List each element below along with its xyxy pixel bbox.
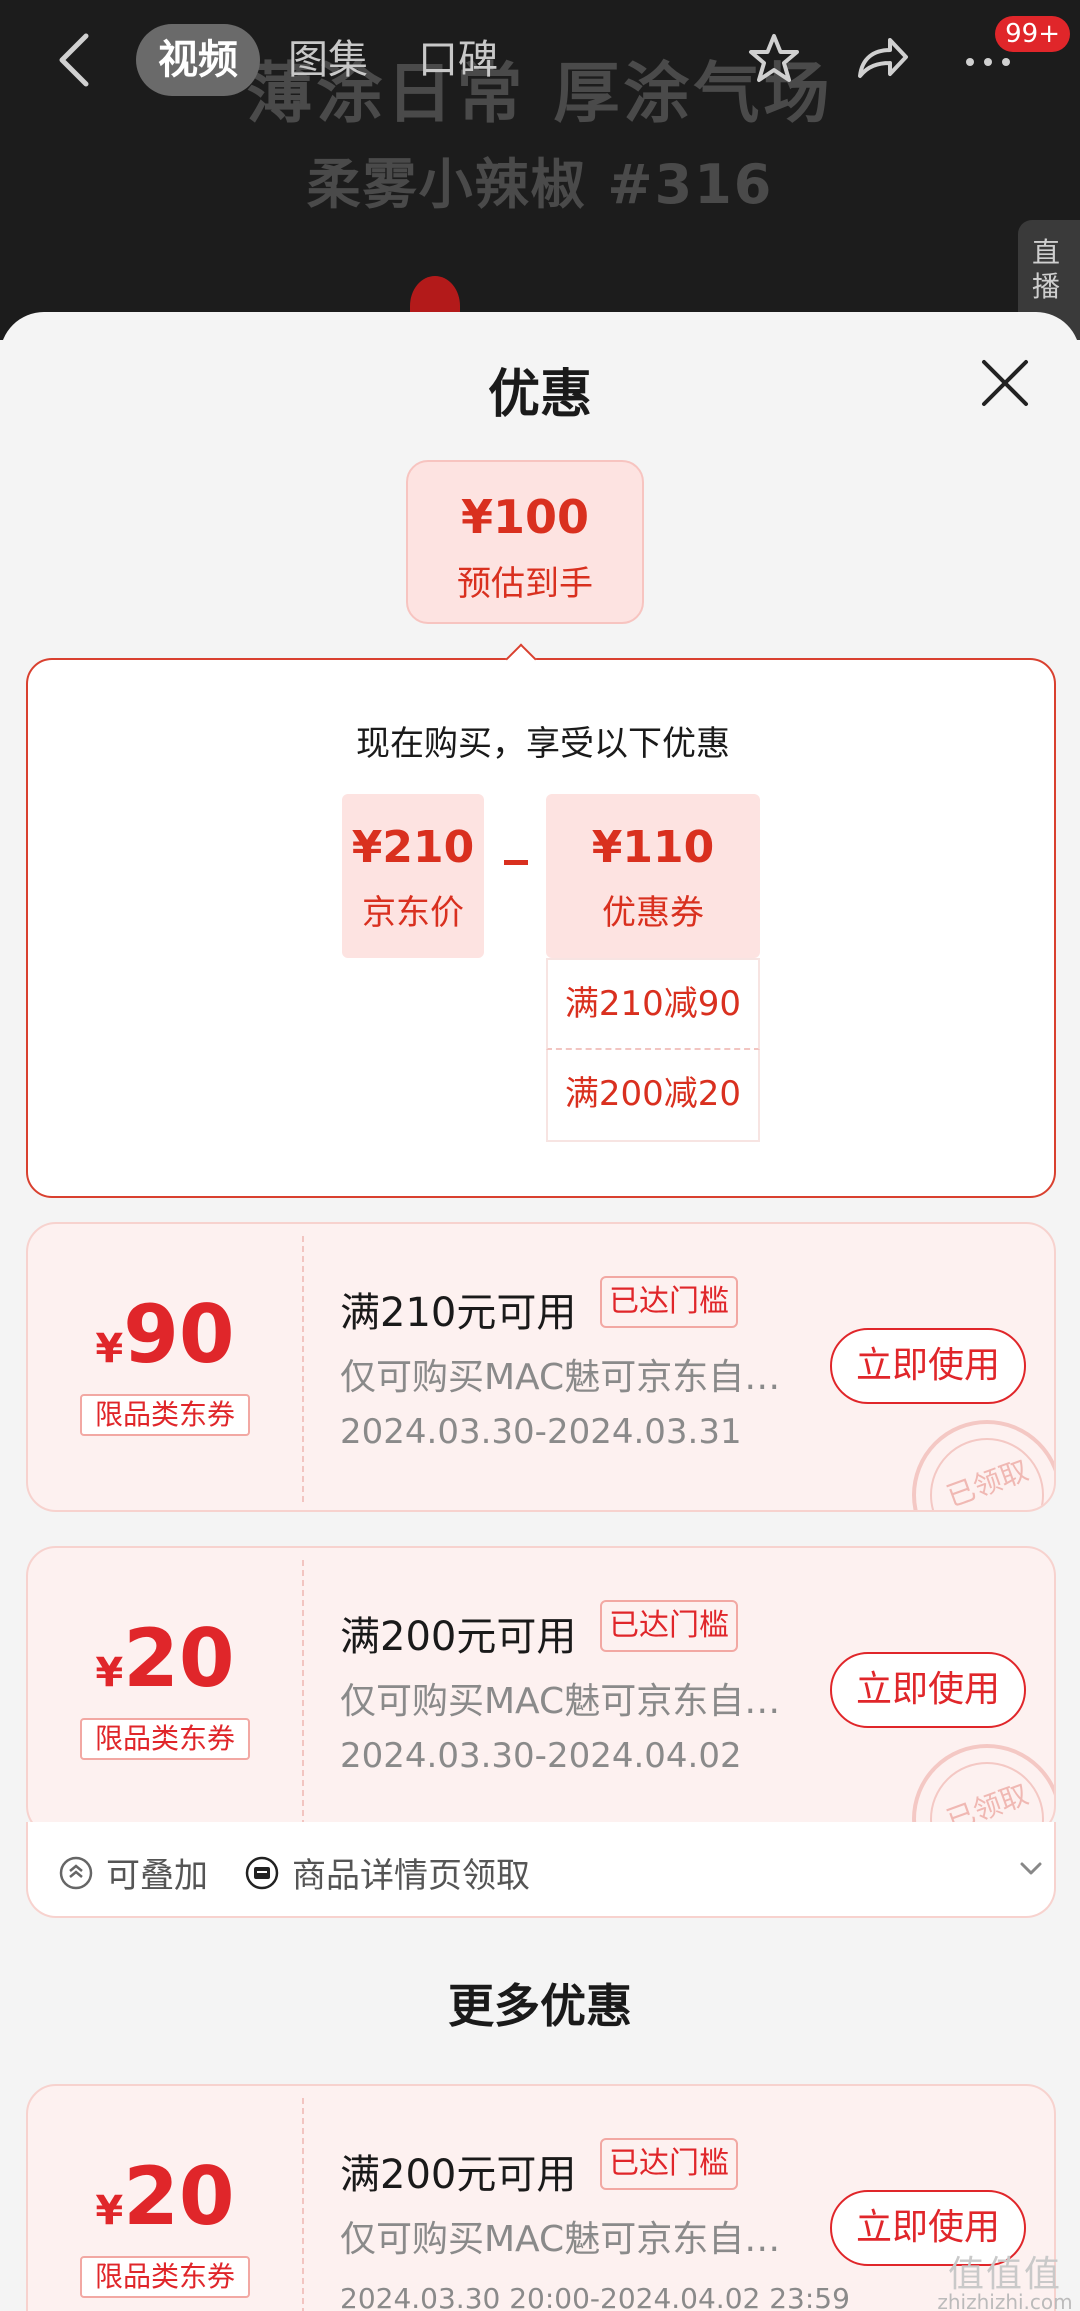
coupon-date: 2024.03.30-2024.04.02 <box>340 1736 742 1776</box>
feature-claim-page: 商品详情页领取 <box>244 1848 530 1897</box>
feature-stackable: 可叠加 <box>58 1848 208 1897</box>
coupon-features-bar[interactable]: 可叠加 商品详情页领取 <box>26 1822 1056 1918</box>
feature-stackable-label: 可叠加 <box>106 1856 208 1896</box>
coupon-card: ¥20 限品类东券 满200元可用 已达门槛 仅可购买MAC魅可京东自… 202… <box>26 2084 1056 2311</box>
coupon-desc: 仅可购买MAC魅可京东自… <box>340 1357 781 1398</box>
tab-reviews[interactable]: 口碑 <box>396 24 520 96</box>
feature-claim-page-label: 商品详情页领取 <box>292 1856 530 1896</box>
coupon-divider <box>302 1560 304 1826</box>
threshold-tag: 已达门槛 <box>600 1600 738 1652</box>
live-side-tab-label: 直播 <box>1032 236 1061 303</box>
coupon-type: 限品类东券 <box>80 1718 250 1760</box>
coupon-card: ¥90 限品类东券 满210元可用 已达门槛 仅可购买MAC魅可京东自… 202… <box>26 1222 1056 1512</box>
coupon-divider <box>302 1236 304 1502</box>
claimed-stamp: 已领取 <box>912 1420 1054 1510</box>
coupon-type: 限品类东券 <box>80 2256 250 2298</box>
threshold-tag: 已达门槛 <box>600 1276 738 1328</box>
use-now-button[interactable]: 立即使用 <box>830 1328 1026 1404</box>
breakdown-intro: 现在购买，享受以下优惠 <box>356 724 730 764</box>
tab-video[interactable]: 视频 <box>136 24 260 96</box>
coupon-amount: ¥20 <box>95 2150 235 2243</box>
coupon-desc: 仅可购买MAC魅可京东自… <box>340 2219 781 2260</box>
notification-badge: 99+ <box>995 16 1070 52</box>
price-breakdown: 现在购买，享受以下优惠 ¥210 京东价 ¥110 优惠券 满210减90 满2… <box>26 658 1056 1198</box>
stack-icon <box>59 1856 93 1889</box>
jd-price-value: ¥210 <box>351 822 475 873</box>
coupon-type: 限品类东券 <box>80 1394 250 1436</box>
coupon-total-label: 优惠券 <box>602 893 704 933</box>
coupon-amount: ¥90 <box>95 1288 235 1381</box>
share-icon[interactable] <box>852 30 912 90</box>
star-icon[interactable] <box>744 30 804 90</box>
top-nav: 视频 图集 口碑 99+ <box>0 0 1080 120</box>
back-arrow-icon[interactable] <box>52 30 96 90</box>
coupon-detail-1: 满210减90 <box>546 958 760 1050</box>
ticket-icon <box>245 1856 279 1889</box>
coupon-amount: ¥20 <box>95 1612 235 1705</box>
sheet-title: 优惠 <box>487 365 592 425</box>
use-now-button[interactable]: 立即使用 <box>830 1652 1026 1728</box>
chevron-down-icon[interactable] <box>1016 1854 1046 1884</box>
content-tabs: 视频 图集 口碑 <box>136 24 520 96</box>
estimated-price: ¥100 <box>460 490 590 544</box>
more-discounts-title: 更多优惠 <box>448 1979 632 2033</box>
coupon-date: 2024.03.30-2024.03.31 <box>340 1412 742 1452</box>
coupon-condition: 满200元可用 <box>340 2152 577 2198</box>
jd-price-label: 京东价 <box>362 893 464 933</box>
close-icon[interactable] <box>980 358 1030 408</box>
coupon-condition: 满200元可用 <box>340 1614 577 1660</box>
coupon-condition: 满210元可用 <box>340 1290 577 1336</box>
video-title-line2: 柔雾小辣椒 #316 <box>306 153 774 216</box>
tab-gallery[interactable]: 图集 <box>266 24 390 96</box>
threshold-tag: 已达门槛 <box>600 2138 738 2190</box>
minus-sign <box>504 860 528 865</box>
coupon-desc: 仅可购买MAC魅可京东自… <box>340 1681 781 1722</box>
coupon-total-box: ¥110 优惠券 <box>546 794 760 958</box>
estimated-price-box: ¥100 预估到手 <box>406 460 644 624</box>
jd-price-box: ¥210 京东价 <box>342 794 484 958</box>
coupon-total-value: ¥110 <box>591 822 715 873</box>
coupon-divider <box>302 2098 304 2311</box>
coupon-detail-2: 满200减20 <box>546 1050 760 1142</box>
watermark-logo: 值值值 zhizhizhi.com <box>937 2254 1073 2311</box>
coupon-date: 2024.03.30 20:00-2024.04.02 23:59 <box>340 2282 850 2311</box>
coupon-card: ¥20 限品类东券 满200元可用 已达门槛 仅可购买MAC魅可京东自… 202… <box>26 1546 1056 1836</box>
discount-sheet: 优惠 ¥100 预估到手 现在购买，享受以下优惠 ¥210 京东价 ¥110 优… <box>0 312 1080 2311</box>
estimated-price-label: 预估到手 <box>457 564 593 604</box>
